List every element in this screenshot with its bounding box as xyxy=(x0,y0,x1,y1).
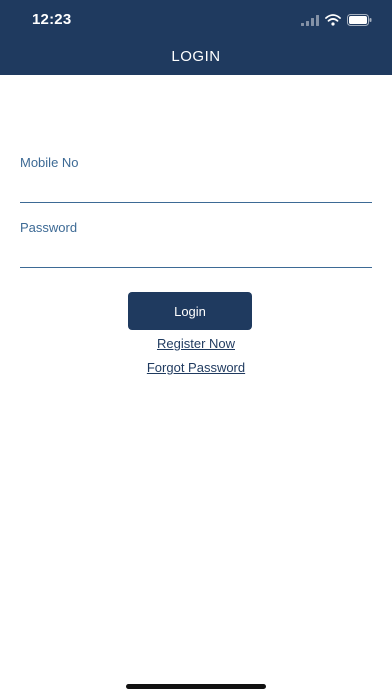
password-label: Password xyxy=(20,220,78,235)
signal-icon xyxy=(301,14,319,26)
app-header: 12:23 LOGIN xyxy=(0,0,392,75)
status-bar: 12:23 xyxy=(0,0,392,40)
mobile-label: Mobile No xyxy=(20,155,79,170)
register-link[interactable]: Register Now xyxy=(0,336,392,351)
page-title: LOGIN xyxy=(171,48,221,65)
mobile-input[interactable] xyxy=(20,178,372,203)
forgot-password-link[interactable]: Forgot Password xyxy=(0,360,392,375)
password-input[interactable] xyxy=(20,243,372,268)
battery-icon xyxy=(347,14,372,26)
status-icons xyxy=(301,12,372,28)
wifi-icon xyxy=(325,14,341,26)
status-time: 12:23 xyxy=(32,11,72,28)
home-indicator[interactable] xyxy=(126,684,266,689)
mobile-field-group: Mobile No xyxy=(20,155,372,203)
password-field-group: Password xyxy=(20,220,372,268)
login-button[interactable]: Login xyxy=(128,292,252,330)
